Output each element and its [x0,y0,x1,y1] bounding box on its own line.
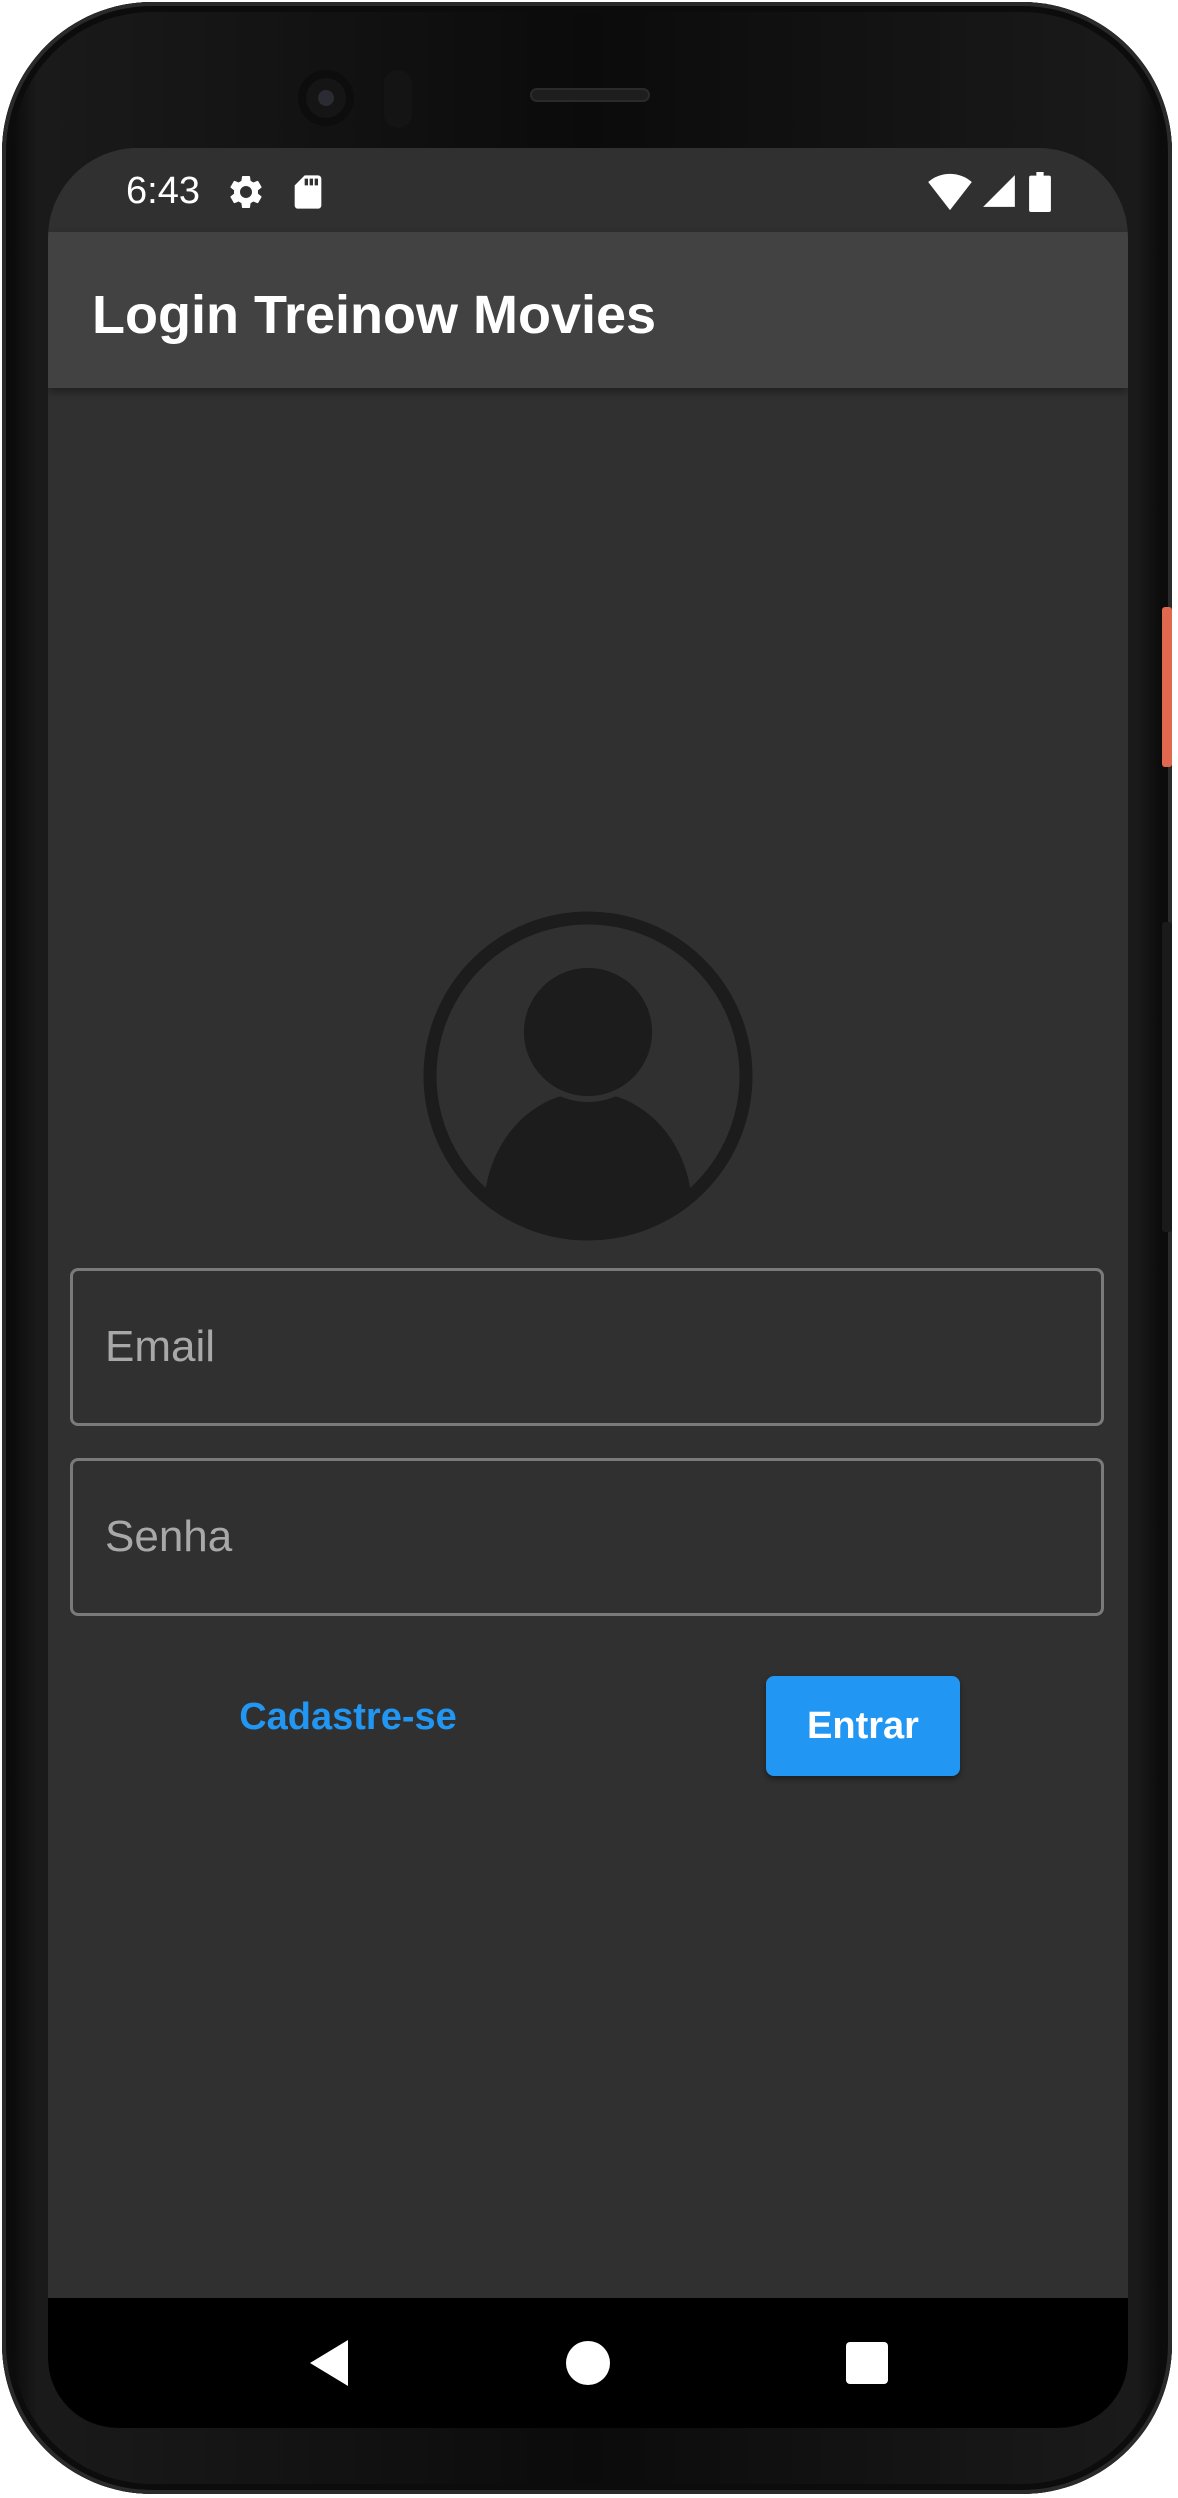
register-button[interactable]: Cadastre-se [218,1682,478,1752]
page-title: Login Treinow Movies [92,285,657,345]
password-field[interactable] [70,1458,1104,1616]
power-button[interactable] [1162,607,1172,767]
screen: 6:43 Login Treinow Movies Email Cadastre… [48,148,1128,2428]
email-field[interactable] [70,1268,1104,1426]
earpiece-speaker [530,88,650,102]
home-icon[interactable] [563,2338,613,2388]
status-time: 6:43 [126,170,200,212]
signal-icon [980,172,1018,215]
proximity-sensor [384,70,412,128]
password-input[interactable] [73,1461,1101,1613]
email-input[interactable] [73,1271,1101,1423]
battery-icon [1028,172,1052,217]
gear-icon [226,172,266,217]
status-bar: 6:43 [48,148,1128,232]
front-camera [298,70,354,126]
app-bar: Login Treinow Movies [48,232,1128,388]
back-icon[interactable] [304,2338,354,2388]
phone-frame: 6:43 Login Treinow Movies Email Cadastre… [2,2,1172,2494]
login-button[interactable]: Entrar [766,1676,960,1776]
account-circle-icon [422,910,754,1242]
volume-button[interactable] [1162,922,1172,1232]
navigation-bar [48,2298,1128,2428]
wifi-icon [928,172,972,217]
recents-icon[interactable] [842,2338,892,2388]
sd-card-icon [288,172,328,217]
